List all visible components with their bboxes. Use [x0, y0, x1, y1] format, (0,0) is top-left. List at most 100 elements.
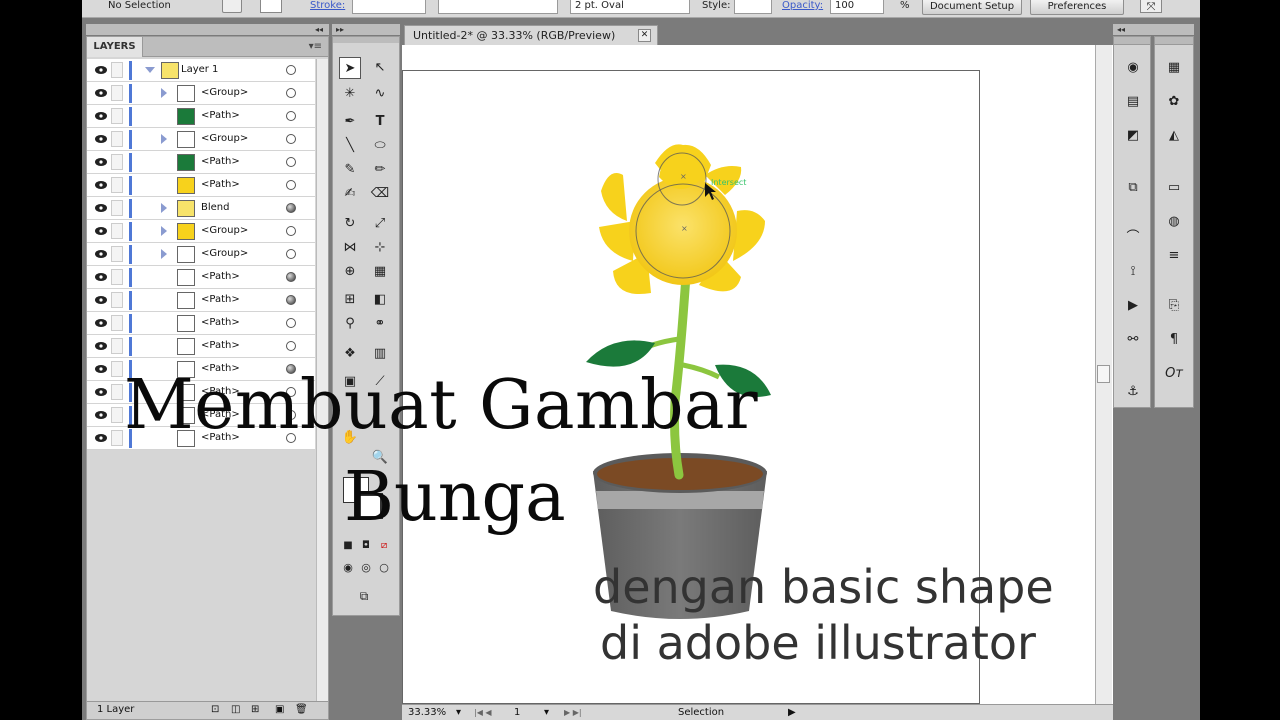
- symbols-panel-icon[interactable]: ⟟: [1122, 261, 1144, 283]
- shape-builder-tool-icon[interactable]: ⊕: [339, 261, 361, 283]
- lock-toggle[interactable]: [111, 292, 123, 308]
- zoom-dropdown-icon[interactable]: ▾: [456, 705, 461, 720]
- status-menu-icon[interactable]: ▶: [788, 705, 796, 720]
- rotate-tool-icon[interactable]: ↻: [339, 213, 361, 235]
- sublayer-row[interactable]: <Group>: [87, 128, 315, 151]
- expand-triangle-icon[interactable]: [161, 203, 167, 213]
- lock-toggle[interactable]: [111, 407, 123, 423]
- scale-tool-icon[interactable]: ⤢: [369, 213, 391, 235]
- mesh-tool-icon[interactable]: ⊞: [339, 289, 361, 311]
- stroke-weight-field[interactable]: [352, 0, 426, 14]
- tools-collapse-bar[interactable]: ▸▸: [332, 24, 400, 35]
- graphic-styles-panel-icon[interactable]: ⎘: [1163, 295, 1185, 317]
- visibility-eye-icon[interactable]: [95, 272, 107, 282]
- target-circle-icon[interactable]: [286, 226, 296, 236]
- visibility-eye-icon[interactable]: [95, 203, 107, 213]
- screen-mode-icon[interactable]: ⧉: [353, 585, 375, 607]
- variable-width-field[interactable]: [438, 0, 558, 14]
- eyedropper-tool-icon[interactable]: ⚲: [339, 313, 361, 335]
- paragraph-panel-icon[interactable]: ¶: [1163, 329, 1185, 351]
- lock-toggle[interactable]: [111, 62, 123, 78]
- stroke-label[interactable]: Stroke:: [310, 0, 345, 16]
- lock-toggle[interactable]: [111, 269, 123, 285]
- sublayer-row[interactable]: Blend: [87, 197, 315, 220]
- free-transform-tool-icon[interactable]: ⊹: [369, 237, 391, 259]
- sublayer-row[interactable]: <Group>: [87, 243, 315, 266]
- sublayer-row[interactable]: <Path>: [87, 174, 315, 197]
- sublayer-row[interactable]: <Path>: [87, 266, 315, 289]
- right-dock-collapse-bar[interactable]: ◂◂: [1113, 24, 1194, 35]
- none-mode-icon[interactable]: ⧄: [373, 535, 395, 557]
- layer-row[interactable]: Layer 1: [87, 59, 315, 82]
- symbol-sprayer-tool-icon[interactable]: ❖: [339, 343, 361, 365]
- target-circle-icon[interactable]: [286, 341, 296, 351]
- visibility-eye-icon[interactable]: [95, 341, 107, 351]
- sublayer-row[interactable]: <Group>: [87, 82, 315, 105]
- appearance-panel-icon[interactable]: ◍: [1163, 211, 1185, 233]
- stroke-swatch[interactable]: [260, 0, 282, 13]
- expand-triangle-icon[interactable]: [161, 226, 167, 236]
- width-tool-icon[interactable]: ⋈: [339, 237, 361, 259]
- visibility-eye-icon[interactable]: [95, 387, 107, 397]
- sublayer-row[interactable]: <Path>: [87, 335, 315, 358]
- visibility-eye-icon[interactable]: [95, 111, 107, 121]
- target-circle-icon[interactable]: [286, 272, 296, 282]
- pencil-tool-icon[interactable]: ✏: [369, 159, 391, 181]
- first-artboard-icon[interactable]: |◀ ◀: [474, 705, 492, 720]
- visibility-eye-icon[interactable]: [95, 157, 107, 167]
- lock-toggle[interactable]: [111, 177, 123, 193]
- brush-field[interactable]: 2 pt. Oval: [570, 0, 690, 14]
- visibility-eye-icon[interactable]: [95, 364, 107, 374]
- visibility-eye-icon[interactable]: [95, 318, 107, 328]
- opacity-label[interactable]: Opacity:: [782, 0, 823, 16]
- arrange-icon[interactable]: ⤧: [1140, 0, 1162, 13]
- current-tool-status[interactable]: Selection: [678, 705, 724, 720]
- lock-toggle[interactable]: [111, 430, 123, 446]
- visibility-eye-icon[interactable]: [95, 249, 107, 259]
- eraser-tool-icon[interactable]: ⌫: [369, 183, 391, 205]
- target-circle-icon[interactable]: [286, 65, 296, 75]
- layers-tab[interactable]: LAYERS: [87, 37, 143, 57]
- expand-triangle-icon[interactable]: [145, 67, 155, 73]
- transparency-panel-icon[interactable]: ▭: [1163, 177, 1185, 199]
- column-graph-tool-icon[interactable]: ▥: [369, 343, 391, 365]
- make-clipping-mask-icon[interactable]: ◫: [231, 702, 240, 718]
- target-circle-icon[interactable]: [286, 157, 296, 167]
- fill-swatch[interactable]: [222, 0, 242, 13]
- lock-toggle[interactable]: [111, 85, 123, 101]
- visibility-eye-icon[interactable]: [95, 433, 107, 443]
- direct-selection-tool-icon[interactable]: ↖: [369, 57, 391, 79]
- transform-panel-icon[interactable]: ⧉: [1122, 177, 1144, 199]
- document-setup-button[interactable]: Document Setup: [922, 0, 1022, 15]
- expand-triangle-icon[interactable]: [161, 249, 167, 259]
- align-panel-icon[interactable]: ▤: [1122, 91, 1144, 113]
- target-circle-icon[interactable]: [286, 88, 296, 98]
- expand-triangle-icon[interactable]: [161, 134, 167, 144]
- sublayer-row[interactable]: <Group>: [87, 220, 315, 243]
- ellipse-tool-icon[interactable]: ⬭: [369, 135, 391, 157]
- zoom-level[interactable]: 33.33%: [408, 705, 446, 720]
- visibility-eye-icon[interactable]: [95, 180, 107, 190]
- paintbrush-tool-icon[interactable]: ✎: [339, 159, 361, 181]
- actions-panel-icon[interactable]: ▶: [1122, 295, 1144, 317]
- lock-toggle[interactable]: [111, 131, 123, 147]
- target-circle-icon[interactable]: [286, 318, 296, 328]
- lock-toggle[interactable]: [111, 223, 123, 239]
- gradient-panel-icon[interactable]: ◭: [1163, 125, 1185, 147]
- lock-toggle[interactable]: [111, 315, 123, 331]
- pathfinder-panel-icon[interactable]: ◩: [1122, 125, 1144, 147]
- canvas-vertical-scrollbar[interactable]: [1095, 45, 1112, 705]
- lock-toggle[interactable]: [111, 246, 123, 262]
- lock-toggle[interactable]: [111, 200, 123, 216]
- new-layer-icon[interactable]: ▣: [275, 702, 284, 718]
- style-picker[interactable]: [734, 0, 772, 14]
- lock-toggle[interactable]: [111, 154, 123, 170]
- type-tool-icon[interactable]: T: [369, 111, 391, 133]
- document-tab[interactable]: Untitled-2* @ 33.33% (RGB/Preview) ✕: [404, 25, 658, 45]
- close-tab-icon[interactable]: ✕: [638, 29, 651, 42]
- lock-toggle[interactable]: [111, 384, 123, 400]
- visibility-eye-icon[interactable]: [95, 410, 107, 420]
- navigator-panel-icon[interactable]: ⚓: [1122, 381, 1144, 403]
- gradient-tool-icon[interactable]: ◧: [369, 289, 391, 311]
- target-circle-icon[interactable]: [286, 203, 296, 213]
